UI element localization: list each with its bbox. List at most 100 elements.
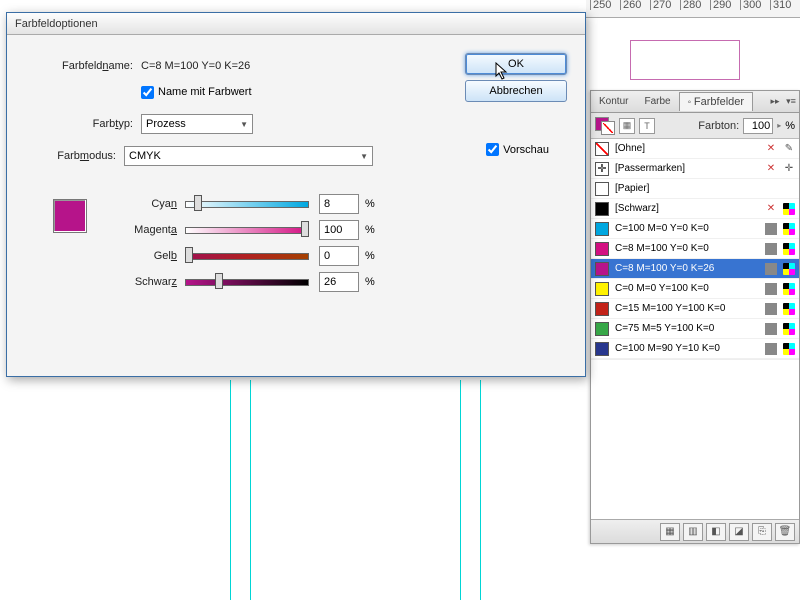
swatch-name: C=8 M=100 Y=0 K=26 <box>615 263 759 274</box>
swatch-list[interactable]: [Ohne] ✛ [Passermarken] ✛ [Papier] [Schwarz] C… <box>591 139 799 359</box>
show-all-swatches-button[interactable]: ▦ <box>660 523 680 541</box>
preview-checkbox[interactable] <box>486 143 499 156</box>
show-color-swatches-button[interactable]: ▥ <box>683 523 703 541</box>
ok-button[interactable]: OK <box>465 53 567 75</box>
global-color-icon <box>765 283 777 295</box>
percent-unit: % <box>365 250 375 262</box>
delete-swatch-button[interactable]: 🗑 <box>775 523 795 541</box>
swatch-chip-icon <box>595 242 609 256</box>
swatch-name: C=100 M=90 Y=10 K=0 <box>615 343 759 354</box>
swatch-chip-icon <box>595 322 609 336</box>
swatch-item[interactable]: C=75 M=5 Y=100 K=0 <box>591 319 799 339</box>
tint-label: Farbton: <box>698 120 739 132</box>
tint-unit: % <box>785 120 795 132</box>
horizontal-ruler: 250260270280290300310 <box>586 0 800 18</box>
yellow-label: Gelb <box>25 250 185 262</box>
swatch-item[interactable]: C=100 M=0 Y=0 K=0 <box>591 219 799 239</box>
swatch-item[interactable]: [Ohne] <box>591 139 799 159</box>
swatch-chip-icon <box>595 342 609 356</box>
non-deletable-icon <box>765 143 777 155</box>
cmyk-mode-icon <box>783 323 795 335</box>
swatch-item[interactable]: C=100 M=90 Y=10 K=0 <box>591 339 799 359</box>
tab-kontur[interactable]: Kontur <box>591 93 636 110</box>
color-type-label: Farbtyp: <box>25 118 141 130</box>
magenta-slider-thumb[interactable] <box>301 221 309 237</box>
swatch-name: [Schwarz] <box>615 203 759 214</box>
swatch-list-empty-area <box>591 359 799 519</box>
percent-unit: % <box>365 224 375 236</box>
show-gradient-swatches-button[interactable]: ◧ <box>706 523 726 541</box>
cyan-slider-thumb[interactable] <box>194 195 202 211</box>
swatch-item[interactable]: [Papier] <box>591 179 799 199</box>
magenta-input[interactable] <box>319 220 359 240</box>
swatch-name: C=75 M=5 Y=100 K=0 <box>615 323 759 334</box>
canvas-frame[interactable] <box>630 40 740 80</box>
color-mode-select[interactable]: CMYK▼ <box>124 146 373 166</box>
formatting-text-icon[interactable]: T <box>639 118 655 134</box>
dialog-title: Farbfeldoptionen <box>7 13 585 35</box>
cmyk-mode-icon <box>783 223 795 235</box>
black-input[interactable] <box>319 272 359 292</box>
name-with-value-label: Name mit Farbwert <box>158 86 252 98</box>
swatch-item[interactable]: C=15 M=100 Y=100 K=0 <box>591 299 799 319</box>
swatch-chip-icon <box>595 142 609 156</box>
formatting-container-icon[interactable]: ▦ <box>619 118 635 134</box>
yellow-slider[interactable] <box>185 249 309 263</box>
collapse-panel-icon[interactable]: ▸▸ <box>767 96 783 107</box>
swatch-item[interactable]: C=8 M=100 Y=0 K=0 <box>591 239 799 259</box>
cmyk-mode-icon <box>783 203 795 215</box>
fill-stroke-proxy-icon[interactable] <box>595 117 615 135</box>
color-type-select[interactable]: Prozess▼ <box>141 114 253 134</box>
panel-menu-icon[interactable]: ▾≡ <box>783 96 799 107</box>
swatch-chip-icon <box>595 202 609 216</box>
non-editable-icon <box>783 143 795 155</box>
new-swatch-page-button[interactable]: ⎘ <box>752 523 772 541</box>
cancel-button[interactable]: Abbrechen <box>465 80 567 102</box>
global-color-icon <box>765 343 777 355</box>
swatches-panel: Kontur Farbe ◦ Farbfelder ▸▸ ▾≡ ▦ T Farb… <box>590 90 800 544</box>
cmyk-mode-icon <box>783 343 795 355</box>
non-deletable-icon <box>765 163 777 175</box>
tab-farbe[interactable]: Farbe <box>636 93 678 110</box>
global-color-icon <box>765 263 777 275</box>
global-color-icon <box>765 243 777 255</box>
swatch-item[interactable]: C=0 M=0 Y=100 K=0 <box>591 279 799 299</box>
tint-stepper-icon[interactable]: ▸ <box>777 121 781 130</box>
cmyk-mode-icon <box>783 303 795 315</box>
cyan-input[interactable] <box>319 194 359 214</box>
swatch-chip-icon <box>595 302 609 316</box>
swatch-name-label: Farbfeldname: <box>25 60 141 72</box>
swatch-item[interactable]: ✛ [Passermarken] ✛ <box>591 159 799 179</box>
panel-tab-bar: Kontur Farbe ◦ Farbfelder ▸▸ ▾≡ <box>591 91 799 113</box>
swatch-item[interactable]: [Schwarz] <box>591 199 799 219</box>
cyan-slider[interactable] <box>185 197 309 211</box>
black-slider[interactable] <box>185 275 309 289</box>
percent-unit: % <box>365 198 375 210</box>
yellow-slider-thumb[interactable] <box>185 247 193 263</box>
tab-farbfelder[interactable]: ◦ Farbfelder <box>679 92 753 111</box>
cmyk-mode-icon <box>783 283 795 295</box>
color-preview-swatch <box>53 199 87 233</box>
swatch-name: C=0 M=0 Y=100 K=0 <box>615 283 759 294</box>
global-color-icon <box>765 323 777 335</box>
swatch-chip-icon <box>595 182 609 196</box>
registration-icon: ✛ <box>783 163 795 175</box>
magenta-slider[interactable] <box>185 223 309 237</box>
swatch-name-value: C=8 M=100 Y=0 K=26 <box>141 60 250 72</box>
swatch-name: [Ohne] <box>615 143 759 154</box>
magenta-label: Magenta <box>25 224 185 236</box>
panel-footer: ▦ ▥ ◧ ◪ ⎘ 🗑 <box>591 519 799 543</box>
swatch-name: [Passermarken] <box>615 163 759 174</box>
preview-label: Vorschau <box>503 144 549 156</box>
swatch-chip-icon <box>595 262 609 276</box>
black-slider-thumb[interactable] <box>215 273 223 289</box>
yellow-input[interactable] <box>319 246 359 266</box>
tint-input[interactable] <box>743 118 773 134</box>
swatch-chip-icon <box>595 222 609 236</box>
color-mode-label: Farbmodus: <box>25 150 124 162</box>
tint-row: ▦ T Farbton: ▸ % <box>591 113 799 139</box>
swatch-chip-icon: ✛ <box>595 162 609 176</box>
new-swatch-button[interactable]: ◪ <box>729 523 749 541</box>
swatch-item[interactable]: C=8 M=100 Y=0 K=26 <box>591 259 799 279</box>
name-with-value-checkbox[interactable] <box>141 86 154 99</box>
